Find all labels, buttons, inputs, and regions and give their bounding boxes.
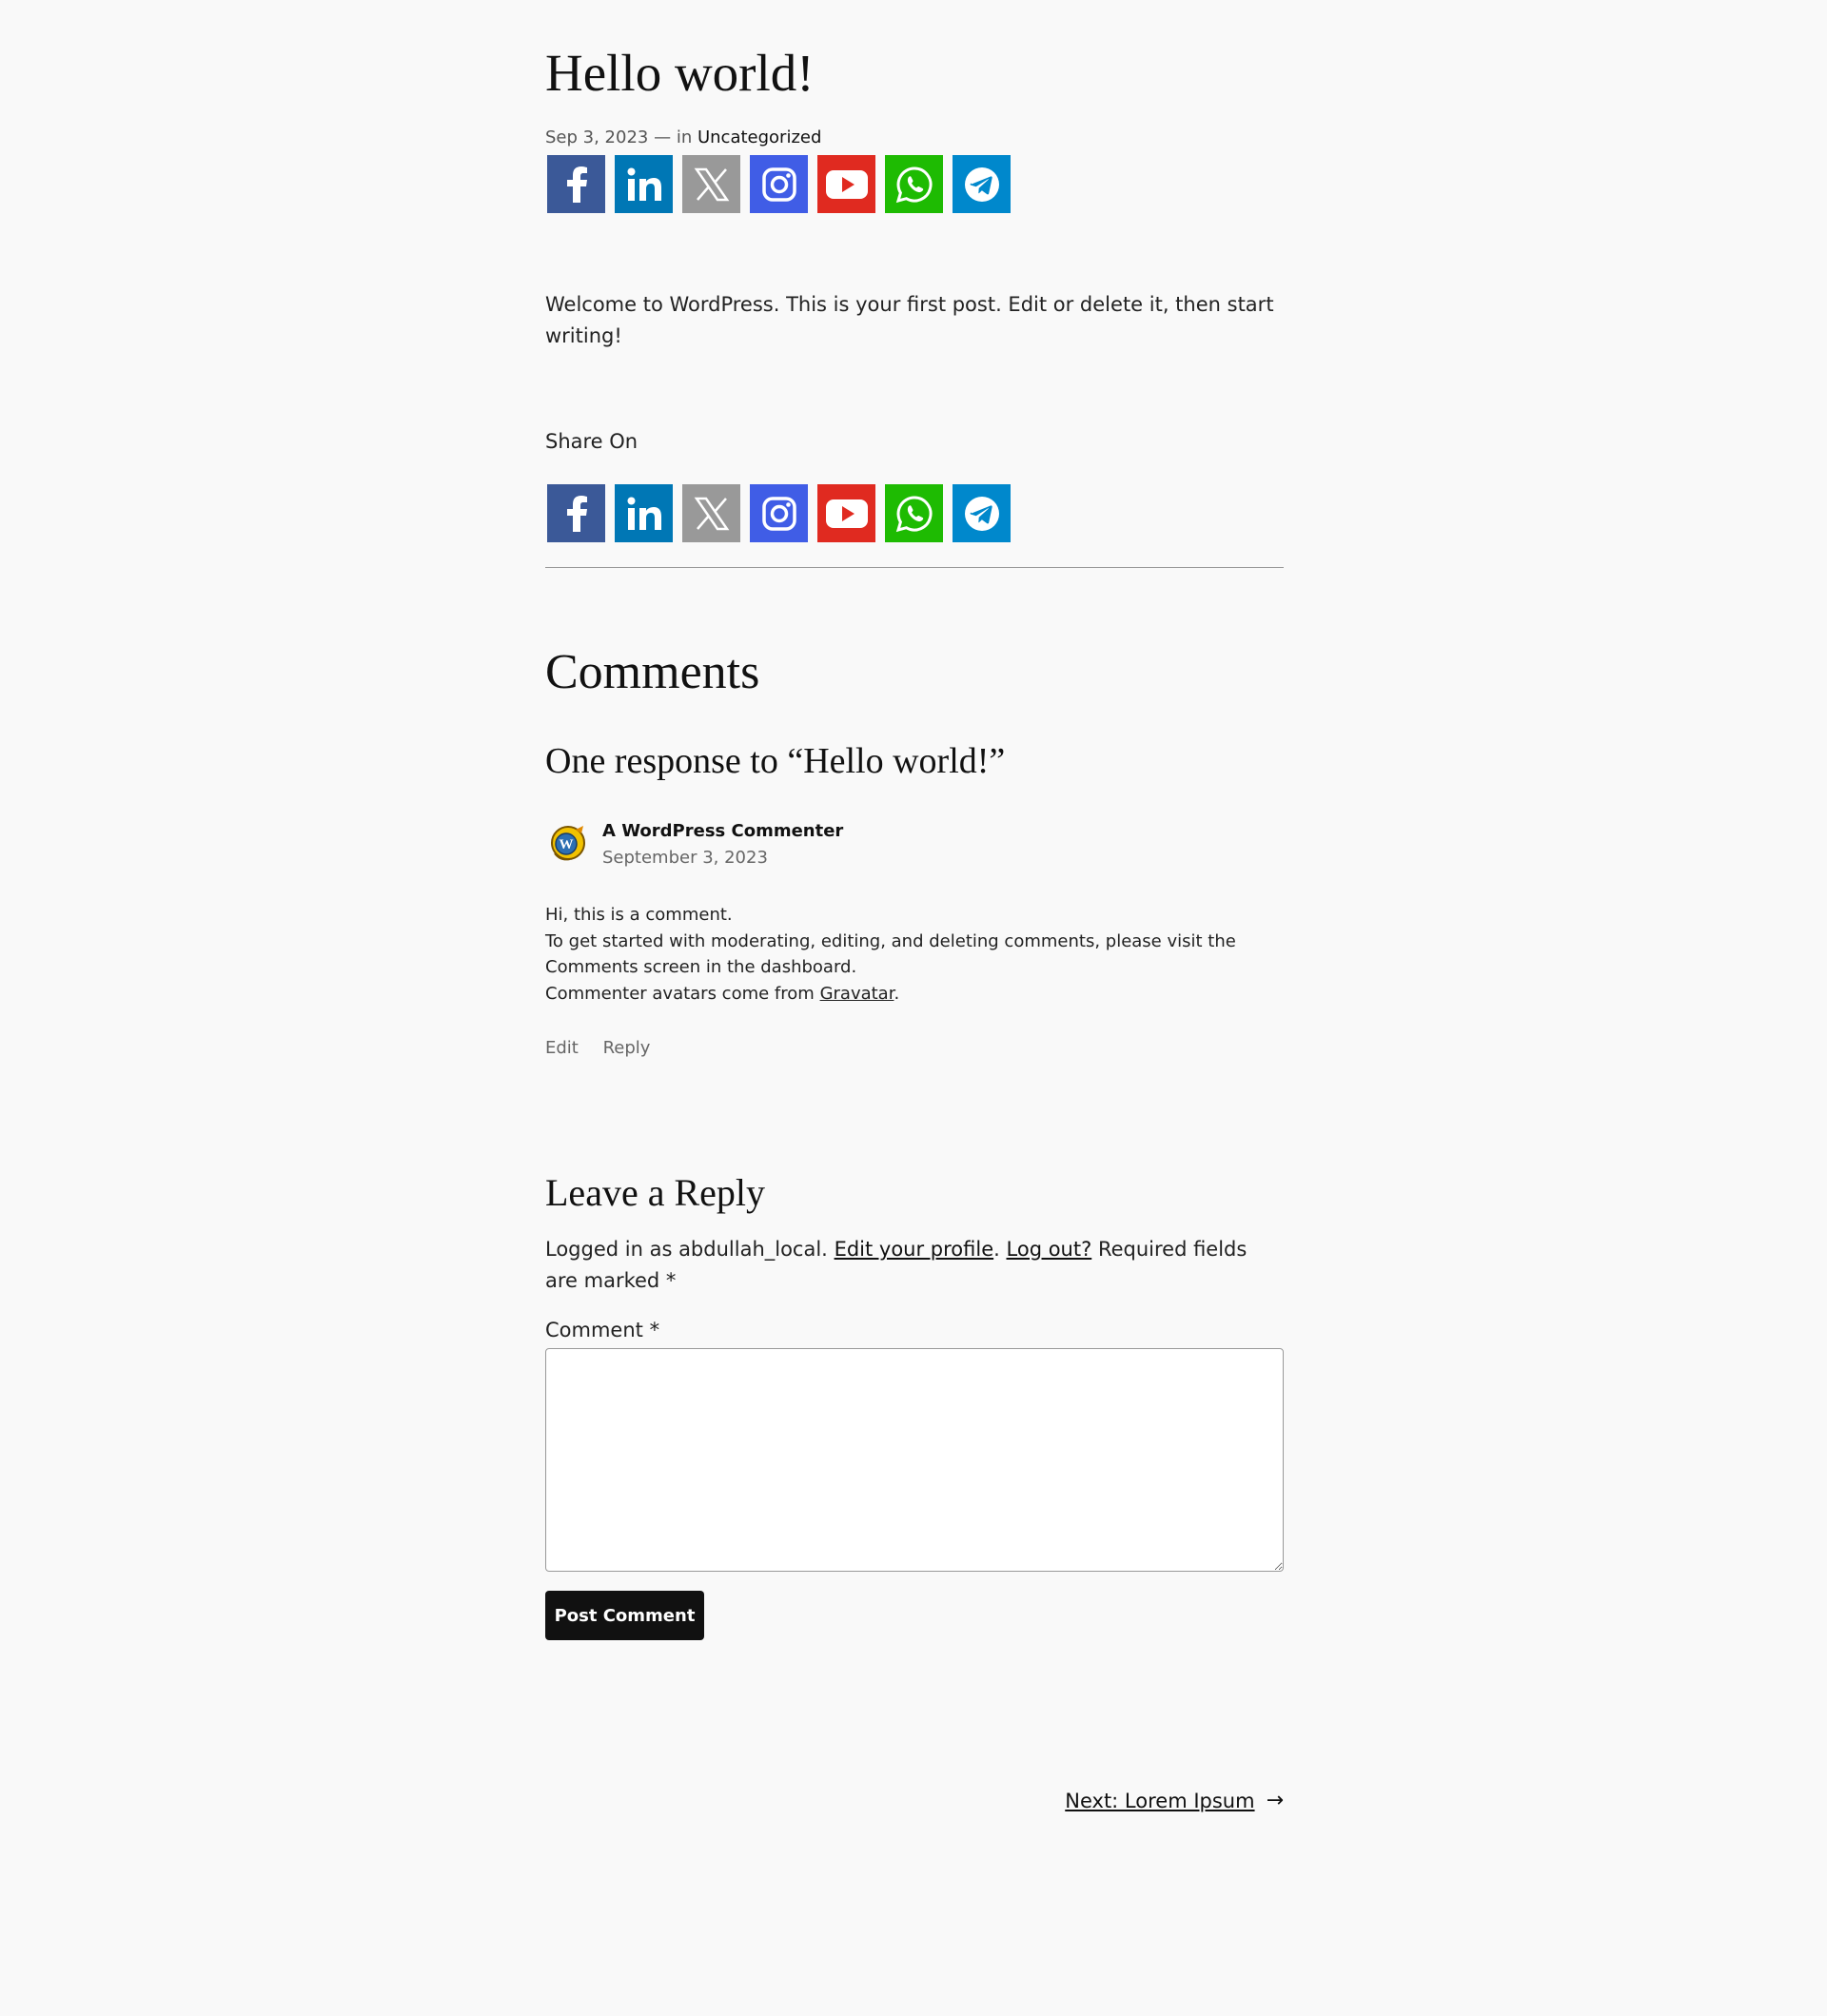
responses-title: One response to “Hello world!” <box>545 741 1006 781</box>
instagram-icon <box>761 496 796 531</box>
logged-in-notice: Logged in as abdullah_local. Edit your p… <box>545 1234 1284 1297</box>
telegram-icon <box>964 166 999 202</box>
share-whatsapp-button[interactable] <box>885 155 943 213</box>
comment-edit-link[interactable]: Edit <box>545 1038 579 1058</box>
share-bar-top <box>547 155 1011 213</box>
comment-actions: Edit Reply <box>545 1038 669 1058</box>
share-youtube-button[interactable] <box>817 484 875 542</box>
leave-reply-title: Leave a Reply <box>545 1171 765 1214</box>
comment-line: Hi, this is a comment. <box>545 905 733 925</box>
comment-author[interactable]: A WordPress Commenter <box>602 821 843 841</box>
next-post-link[interactable]: Next: Lorem Ipsum → <box>1065 1789 1284 1812</box>
share-linkedin-button[interactable] <box>615 155 673 213</box>
telegram-icon <box>964 496 999 531</box>
linkedin-icon <box>627 167 661 201</box>
share-whatsapp-button[interactable] <box>885 484 943 542</box>
post-meta-in: — in <box>654 127 693 147</box>
share-telegram-button[interactable] <box>953 484 1011 542</box>
whatsapp-icon <box>895 166 933 203</box>
edit-profile-link[interactable]: Edit your profile <box>835 1238 994 1261</box>
logged-in-separator: . <box>993 1238 1000 1261</box>
share-facebook-button[interactable] <box>547 155 605 213</box>
linkedin-icon <box>627 497 661 530</box>
comment-date[interactable]: September 3, 2023 <box>602 848 768 868</box>
share-x-button[interactable] <box>682 155 740 213</box>
svg-text:W: W <box>560 837 574 852</box>
x-icon <box>694 167 729 201</box>
comment-reply-link[interactable]: Reply <box>603 1038 651 1058</box>
page: Hello world! Sep 3, 2023 — in Uncategori… <box>0 0 1827 2016</box>
facebook-icon <box>566 495 587 532</box>
share-on-label: Share On <box>545 430 638 453</box>
youtube-icon <box>825 169 868 199</box>
logged-in-prefix: Logged in as abdullah_local. <box>545 1238 828 1261</box>
gravatar-suffix: . <box>894 983 900 1004</box>
post-date[interactable]: Sep 3, 2023 <box>545 127 648 147</box>
comment-line: To get started with moderating, editing,… <box>545 930 1236 978</box>
comment-field-label: Comment * <box>545 1319 660 1341</box>
comment-line: Commenter avatars come from Gravatar. <box>545 981 1284 1008</box>
gravatar-link[interactable]: Gravatar <box>820 984 894 1004</box>
share-linkedin-button[interactable] <box>615 484 673 542</box>
content-separator <box>545 567 1284 568</box>
logout-link[interactable]: Log out? <box>1007 1238 1092 1261</box>
commenter-avatar[interactable]: W <box>547 822 589 864</box>
whatsapp-icon <box>895 495 933 532</box>
share-bar-bottom <box>547 484 1011 542</box>
comment-line-text: Commenter avatars come from <box>545 983 815 1004</box>
comments-title: Comments <box>545 645 760 699</box>
youtube-icon <box>825 499 868 528</box>
post-comment-button[interactable]: Post Comment <box>545 1591 704 1640</box>
share-telegram-button[interactable] <box>953 155 1011 213</box>
post-category-link[interactable]: Uncategorized <box>697 127 821 147</box>
comment-text: Hi, this is a comment. To get started wi… <box>545 902 1284 1007</box>
arrow-right-icon: → <box>1266 1789 1284 1812</box>
x-icon <box>694 497 729 530</box>
share-x-button[interactable] <box>682 484 740 542</box>
comment-textarea[interactable] <box>545 1348 1284 1572</box>
post-title: Hello world! <box>545 44 815 102</box>
share-youtube-button[interactable] <box>817 155 875 213</box>
post-body: Welcome to WordPress. This is your first… <box>545 293 1274 347</box>
facebook-icon <box>566 166 587 203</box>
share-facebook-button[interactable] <box>547 484 605 542</box>
post-meta: Sep 3, 2023 — in Uncategorized <box>545 127 821 147</box>
instagram-icon <box>761 166 796 202</box>
next-post-label[interactable]: Next: Lorem Ipsum <box>1065 1790 1254 1812</box>
share-instagram-button[interactable] <box>750 155 808 213</box>
share-instagram-button[interactable] <box>750 484 808 542</box>
